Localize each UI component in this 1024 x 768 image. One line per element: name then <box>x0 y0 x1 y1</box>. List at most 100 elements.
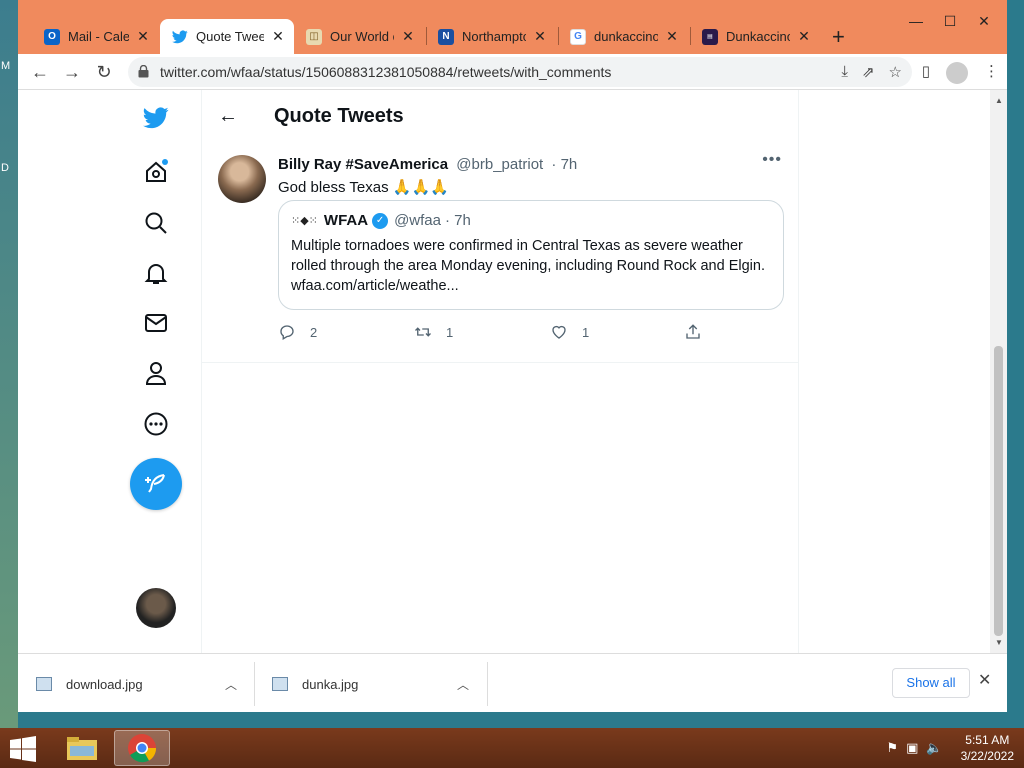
account-avatar[interactable] <box>136 588 176 628</box>
folder-icon <box>67 737 97 760</box>
tab-northampton[interactable]: N Northampto ✕ <box>426 19 556 54</box>
desktop-edge: M D <box>0 0 18 730</box>
quoted-tweet-time: · 7h <box>445 212 471 229</box>
scroll-up-icon[interactable]: ▲ <box>995 96 1003 105</box>
retweet-count: 1 <box>446 324 454 340</box>
tweet-card[interactable]: Billy Ray #SaveAmerica @brb_patriot · 7h… <box>202 143 798 363</box>
more-icon[interactable]: ••• <box>762 151 782 169</box>
avatar[interactable] <box>218 155 266 203</box>
share-button[interactable] <box>684 323 716 341</box>
share-icon[interactable]: ⇗ <box>862 63 875 81</box>
download-item[interactable]: dunka.jpg ︿ <box>254 662 486 706</box>
download-item[interactable]: download.jpg ︿ <box>18 662 254 706</box>
scroll-down-icon[interactable]: ▼ <box>995 638 1003 647</box>
heart-icon <box>552 325 566 339</box>
network-icon[interactable]: ▣ <box>906 740 918 756</box>
retweet-button[interactable]: 1 <box>414 323 453 341</box>
author-name[interactable]: Billy Ray #SaveAmerica <box>278 156 448 173</box>
image-file-icon <box>36 677 52 691</box>
home-icon[interactable] <box>136 152 176 192</box>
main-column: ← Quote Tweets Billy Ray #SaveAmerica @b… <box>201 90 799 653</box>
tab-quote-tweet[interactable]: Quote Tweet ✕ <box>160 19 294 54</box>
minimize-button[interactable]: — <box>899 10 933 32</box>
address-bar[interactable]: twitter.com/wfaa/status/1506088312381050… <box>128 57 912 87</box>
verified-badge-icon: ✓ <box>372 212 389 229</box>
page-scrollbar[interactable]: ▲ ▼ <box>990 90 1007 653</box>
maximize-button[interactable]: ☐ <box>933 10 967 32</box>
close-icon[interactable]: ✕ <box>664 28 680 45</box>
image-file-icon <box>272 677 288 691</box>
tab-mail[interactable]: O Mail - Caleb ✕ <box>32 19 159 54</box>
chrome-taskbar-icon[interactable] <box>114 730 170 766</box>
tweet-time[interactable]: · 7h <box>551 156 577 173</box>
like-button[interactable]: 1 <box>550 323 589 341</box>
download-filename: download.jpg <box>66 676 143 692</box>
more-options-icon[interactable] <box>136 404 176 444</box>
tab-dunkaccino[interactable]: ▤ Dunkaccino ✕ <box>690 19 820 54</box>
twitter-page: ← Quote Tweets Billy Ray #SaveAmerica @b… <box>18 90 1007 653</box>
chevron-up-icon[interactable]: ︿ <box>457 676 469 693</box>
chrome-icon <box>128 734 157 763</box>
page-title: Quote Tweets <box>274 105 404 127</box>
taskbar: ⚑ ▣ 🔈 5:51 AM 3/22/2022 <box>0 728 1024 768</box>
browser-window: O Mail - Caleb ✕ Quote Tweet ✕ ◫ Our Wor… <box>18 0 1007 712</box>
back-arrow-icon[interactable]: ← <box>218 105 238 128</box>
tab-bar: O Mail - Caleb ✕ Quote Tweet ✕ ◫ Our Wor… <box>18 0 1007 54</box>
close-icon[interactable]: ✕ <box>400 28 416 45</box>
profile-person-icon[interactable] <box>136 353 176 393</box>
show-all-button[interactable]: Show all <box>892 668 970 698</box>
share-upload-icon <box>686 324 700 339</box>
volume-muted-icon[interactable]: 🔈 <box>926 740 942 756</box>
tweet-header: Billy Ray #SaveAmerica @brb_patriot · 7h <box>278 156 577 173</box>
twitter-icon <box>172 29 188 45</box>
tweet-text: God bless Texas 🙏🙏🙏 <box>278 179 449 196</box>
action-center-flag-icon[interactable]: ⚑ <box>886 740 898 756</box>
notifications-bell-icon[interactable] <box>136 253 176 293</box>
close-window-button[interactable]: ✕ <box>967 10 1001 32</box>
retweet-icon <box>415 327 431 337</box>
scrollbar-thumb[interactable] <box>994 346 1003 636</box>
close-icon[interactable]: ✕ <box>270 28 286 45</box>
tab-our-world[interactable]: ◫ Our World c ✕ <box>294 19 424 54</box>
install-icon[interactable]: ⤓ <box>841 63 848 81</box>
reload-button[interactable]: ↻ <box>92 60 116 84</box>
file-explorer-taskbar-icon[interactable] <box>54 730 110 766</box>
profile-icon[interactable] <box>946 62 968 84</box>
tab-label: Dunkaccino <box>726 29 790 44</box>
tweet-actions: 2 1 1 <box>278 323 700 347</box>
desktop-icon-label: M <box>1 60 11 72</box>
dunkin-icon: ▤ <box>702 28 718 45</box>
twitter-logo-icon[interactable] <box>136 98 176 138</box>
owid-icon: ◫ <box>306 28 322 45</box>
new-tab-button[interactable]: + <box>832 24 845 50</box>
clock[interactable]: 5:51 AM 3/22/2022 <box>961 732 1014 764</box>
tab-label: Mail - Caleb <box>68 29 129 44</box>
close-icon[interactable]: ✕ <box>796 28 812 45</box>
quoted-tweet[interactable]: ⁙◆⁙ WFAA ✓ @wfaa · 7h Multiple tornadoes… <box>278 200 784 310</box>
reply-count: 2 <box>310 324 318 340</box>
compose-tweet-button[interactable] <box>130 458 182 510</box>
messages-mail-icon[interactable] <box>136 303 176 343</box>
downloads-shelf: download.jpg ︿ dunka.jpg ︿ Show all ✕ <box>18 653 1007 712</box>
sidebar-nav <box>18 90 201 653</box>
menu-kebab-icon[interactable]: ⋮ <box>984 62 999 84</box>
side-panel-icon[interactable]: ▯ <box>922 62 930 84</box>
reply-button[interactable]: 2 <box>278 323 317 341</box>
close-icon[interactable]: ✕ <box>532 28 548 45</box>
url-text: twitter.com/wfaa/status/1506088312381050… <box>160 64 612 80</box>
close-shelf-icon[interactable]: ✕ <box>978 670 991 690</box>
feather-plus-icon <box>145 474 165 493</box>
author-handle[interactable]: @brb_patriot <box>456 156 543 173</box>
lock-icon <box>138 65 149 78</box>
back-button[interactable]: ← <box>28 60 52 84</box>
close-icon[interactable]: ✕ <box>135 28 151 45</box>
bookmark-star-icon[interactable]: ☆ <box>889 63 902 81</box>
windows-start-icon[interactable] <box>8 736 38 762</box>
chevron-up-icon[interactable]: ︿ <box>225 676 237 693</box>
tab-dunkaccino-google[interactable]: G dunkaccino ✕ <box>558 19 688 54</box>
wfaa-logo-icon: ⁙◆⁙ <box>291 215 318 227</box>
tab-label: Quote Tweet <box>196 29 264 44</box>
forward-button[interactable]: → <box>60 60 84 84</box>
like-count: 1 <box>582 324 590 340</box>
explore-search-icon[interactable] <box>136 203 176 243</box>
